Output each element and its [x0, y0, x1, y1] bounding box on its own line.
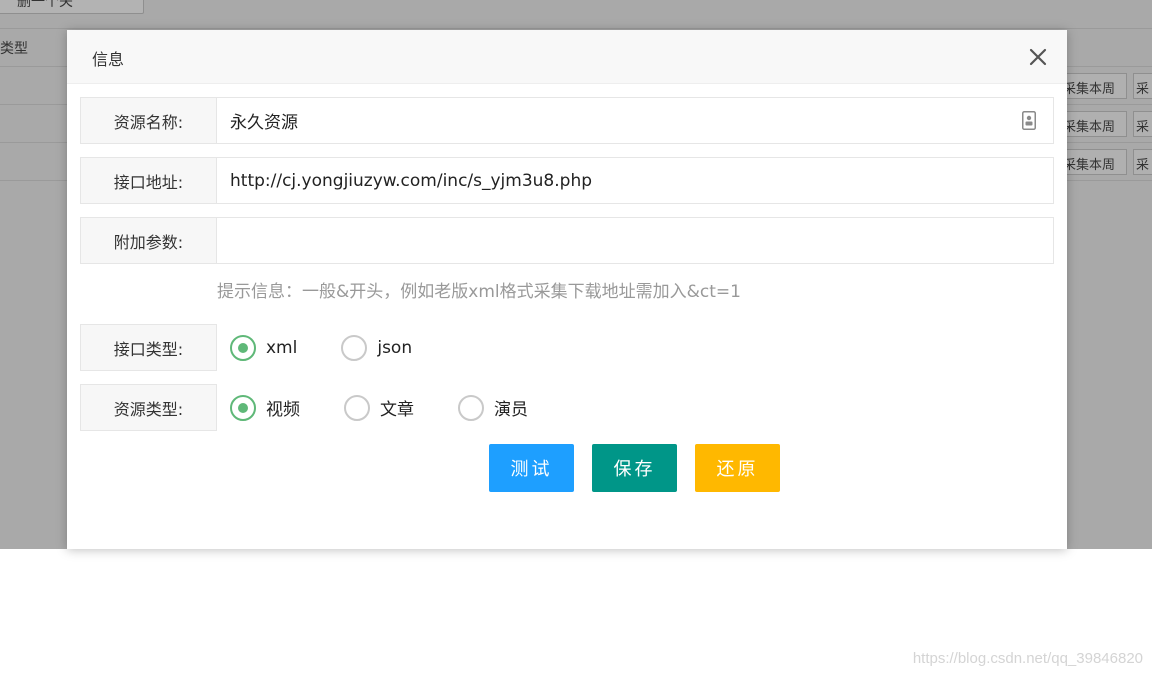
dialog-title: 信息	[92, 50, 125, 69]
save-button[interactable]: 保存	[592, 444, 677, 492]
dialog-header: 信息	[67, 30, 1067, 84]
background-top-button: 删一个关	[0, 0, 144, 14]
resource-name-value: 永久资源	[230, 113, 298, 133]
resource-name-label: 资源名称:	[80, 97, 217, 144]
extra-params-input[interactable]	[217, 217, 1054, 264]
radio-label: 演员	[494, 400, 528, 420]
resource-type-radio-article[interactable]: 文章	[344, 394, 414, 421]
background-collect-more-button: 采	[1133, 111, 1152, 137]
test-button[interactable]: 测试	[489, 444, 574, 492]
radio-label: 文章	[380, 400, 414, 420]
background-collect-week-button: 采集本周	[1060, 73, 1127, 99]
contact-card-icon[interactable]	[1022, 111, 1036, 130]
resource-type-row: 资源类型: 视频 文章 演员	[80, 384, 572, 431]
api-type-radio-group: xml json	[217, 324, 456, 371]
background-table-header-type: 类型	[0, 41, 28, 57]
extra-params-row: 附加参数:	[80, 217, 1054, 264]
extra-params-label: 附加参数:	[80, 217, 217, 264]
api-type-radio-json[interactable]: json	[341, 334, 413, 361]
api-type-label: 接口类型:	[80, 324, 217, 371]
background-collect-week-button: 采集本周	[1060, 111, 1127, 137]
api-url-row: 接口地址: http://cj.yongjiuzyw.com/inc/s_yjm…	[80, 157, 1054, 204]
api-url-value: http://cj.yongjiuzyw.com/inc/s_yjm3u8.ph…	[230, 170, 593, 191]
api-type-row: 接口类型: xml json	[80, 324, 456, 371]
radio-label: xml	[266, 337, 298, 358]
background-collect-more-button: 采	[1133, 73, 1152, 99]
background-collect-more-button: 采	[1133, 149, 1152, 175]
radio-label: 视频	[266, 400, 300, 420]
watermark: https://blog.csdn.net/qq_39846820	[912, 650, 1143, 667]
api-url-label: 接口地址:	[80, 157, 217, 204]
resource-type-label: 资源类型:	[80, 384, 217, 431]
radio-unchecked-icon	[341, 334, 368, 361]
radio-unchecked-icon	[458, 394, 484, 421]
resource-type-radio-group: 视频 文章 演员	[217, 384, 572, 431]
background-divider	[0, 28, 1152, 29]
reset-button[interactable]: 还原	[695, 444, 780, 492]
background-collect-week-button: 采集本周	[1060, 149, 1127, 175]
resource-name-input[interactable]: 永久资源	[217, 97, 1054, 144]
radio-label: json	[377, 337, 413, 358]
radio-checked-icon	[230, 394, 256, 421]
params-hint: 提示信息：一般&开头，例如老版xml格式采集下载地址需加入&ct=1	[217, 282, 741, 302]
dialog-actions: 测试 保存 还原	[489, 444, 798, 492]
radio-checked-icon	[230, 334, 256, 361]
info-dialog: 信息 资源名称: 永久资源 接口地址: http://cj.yongjiuzyw…	[67, 30, 1067, 549]
radio-unchecked-icon	[344, 394, 370, 421]
resource-type-radio-video[interactable]: 视频	[230, 394, 300, 421]
api-type-radio-xml[interactable]: xml	[230, 334, 298, 361]
resource-type-radio-actor[interactable]: 演员	[458, 394, 528, 421]
resource-name-row: 资源名称: 永久资源	[80, 97, 1054, 144]
close-icon[interactable]	[1027, 46, 1049, 68]
api-url-input[interactable]: http://cj.yongjiuzyw.com/inc/s_yjm3u8.ph…	[217, 157, 1054, 204]
